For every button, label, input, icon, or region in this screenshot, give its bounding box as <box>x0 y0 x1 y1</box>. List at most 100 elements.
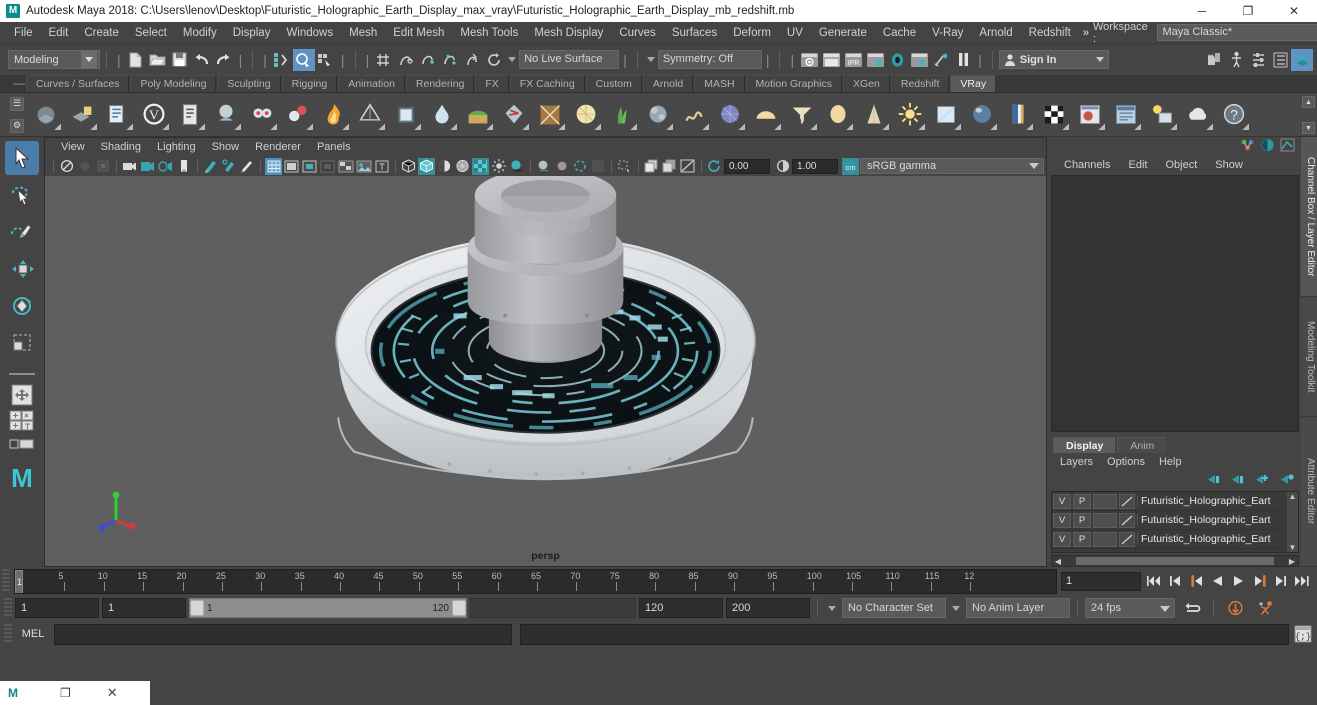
menu-windows[interactable]: Windows <box>278 22 341 44</box>
attribute-spreadsheet-icon[interactable] <box>1240 138 1255 155</box>
anim-layer-field[interactable]: No Anim Layer <box>966 598 1070 618</box>
menu-edit[interactable]: Edit <box>41 22 77 44</box>
go-to-end-button[interactable] <box>1292 572 1311 591</box>
persp-outliner-layout-button[interactable] <box>7 435 37 459</box>
two-d-pan-zoom-icon[interactable] <box>139 158 156 175</box>
isolate-select-icon[interactable] <box>616 158 633 175</box>
undo-icon[interactable] <box>191 49 213 71</box>
layer-color-swatch[interactable] <box>1119 531 1135 547</box>
scrollbar-thumb[interactable] <box>1076 557 1274 565</box>
move-layer-down-icon[interactable] <box>1230 473 1245 489</box>
vray-sun-sphere-icon[interactable] <box>820 97 855 133</box>
camera-attributes-icon[interactable] <box>94 158 111 175</box>
lasso-tool-button[interactable] <box>5 178 39 212</box>
layer-playback-toggle[interactable]: P <box>1073 493 1091 509</box>
menu-mesh-display[interactable]: Mesh Display <box>526 22 611 44</box>
vray-render-icon[interactable] <box>28 97 63 133</box>
channelbox-menu-show[interactable]: Show <box>1206 155 1252 175</box>
taskbar-close-icon[interactable]: ✕ <box>107 685 118 701</box>
snap-to-curve-icon[interactable] <box>395 49 417 71</box>
layer-name[interactable]: Futuristic_Holographic_Eart <box>1137 495 1297 507</box>
vray-help-icon[interactable]: ? <box>1216 97 1251 133</box>
shelf-tab-rendering[interactable]: Rendering <box>405 75 475 92</box>
side-tab-channel-box-layer-editor[interactable]: Channel Box / Layer Editor <box>1301 137 1317 297</box>
shelf-tab-arnold[interactable]: Arnold <box>642 75 694 92</box>
hypershade-quick-icon[interactable] <box>1260 138 1275 155</box>
scroll-left-arrow-icon[interactable]: ◀ <box>1052 557 1064 566</box>
live-surface-field[interactable]: No Live Surface <box>519 50 620 69</box>
shelf-scroll-up-icon[interactable]: ▲ <box>1302 96 1315 108</box>
menu-generate[interactable]: Generate <box>811 22 875 44</box>
shelf-grip-icon[interactable]: — <box>12 74 26 92</box>
vray-render-settings-icon[interactable] <box>172 97 207 133</box>
viewport-menu-renderer[interactable]: Renderer <box>247 138 309 156</box>
character-set-chevron-icon[interactable] <box>825 598 839 618</box>
depth-of-field-icon[interactable] <box>589 158 606 175</box>
layer-visibility-toggle[interactable]: V <box>1053 493 1071 509</box>
vray-vfb-icon[interactable] <box>100 97 135 133</box>
shelf-tab-sculpting[interactable]: Sculpting <box>217 75 281 92</box>
layer-visibility-toggle[interactable]: V <box>1053 531 1071 547</box>
scroll-up-arrow-icon[interactable]: ▲ <box>1287 492 1298 501</box>
vray-dome-icon[interactable] <box>748 97 783 133</box>
time-slider[interactable]: 5 10 15 20 25 30 35 40 45 50 55 60 65 70 75 80 85 90 95 100… <box>14 568 1057 594</box>
vray-cloud-icon[interactable] <box>1180 97 1215 133</box>
vray-displacement-icon[interactable] <box>532 97 567 133</box>
step-forward-frame-button[interactable] <box>1250 572 1269 591</box>
play-forwards-button[interactable] <box>1229 572 1248 591</box>
shelf-tab-custom[interactable]: Custom <box>585 75 642 92</box>
gamma-value-field[interactable]: 1.00 <box>792 158 838 174</box>
command-input-field[interactable] <box>54 623 512 645</box>
menu-select[interactable]: Select <box>127 22 175 44</box>
menu-redshift[interactable]: Redshift <box>1021 22 1079 44</box>
grid-toggle-icon[interactable] <box>265 157 282 175</box>
select-tool-button[interactable] <box>5 141 39 175</box>
animation-preferences-icon[interactable] <box>1255 598 1277 619</box>
side-tab-attribute-editor[interactable]: Attribute Editor <box>1301 417 1317 567</box>
channelbox-menu-channels[interactable]: Channels <box>1055 155 1119 175</box>
grease-pencil-icon[interactable] <box>202 158 219 175</box>
menu-file[interactable]: File <box>6 22 41 44</box>
vray-light-lister-icon[interactable] <box>1144 97 1179 133</box>
layer-visibility-toggle[interactable]: V <box>1053 512 1071 528</box>
menu-deform[interactable]: Deform <box>725 22 779 44</box>
select-by-component-icon[interactable] <box>315 49 337 71</box>
anim-layer-chevron-icon[interactable] <box>949 598 963 618</box>
time-slider-grip[interactable] <box>2 569 10 593</box>
multisample-aa-icon[interactable] <box>571 158 588 175</box>
current-time-indicator[interactable]: 1 <box>15 569 23 593</box>
shelf-tab-xgen[interactable]: XGen <box>843 75 890 92</box>
gate-mask-icon[interactable] <box>319 158 336 175</box>
step-back-key-button[interactable] <box>1166 572 1185 591</box>
bookmark-camera-icon[interactable] <box>121 158 138 175</box>
playback-start-time-field[interactable]: 1 <box>102 598 186 618</box>
menuset-dropdown[interactable]: Modeling <box>8 50 100 69</box>
shelf-tab-fx[interactable]: FX <box>475 75 509 92</box>
film-gate-icon[interactable] <box>283 158 300 175</box>
layer-menu-options[interactable]: Options <box>1100 453 1152 471</box>
vray-cone-icon[interactable] <box>856 97 891 133</box>
copy-snapshot-icon[interactable] <box>661 158 678 175</box>
paint-select-tool-button[interactable] <box>5 215 39 249</box>
scroll-right-arrow-icon[interactable]: ▶ <box>1286 557 1298 566</box>
single-perspective-layout-button[interactable] <box>7 383 37 407</box>
vray-curve-icon[interactable] <box>676 97 711 133</box>
viewport-menu-view[interactable]: View <box>53 138 93 156</box>
attribute-editor-panel-icon[interactable] <box>1247 49 1269 71</box>
open-scene-icon[interactable] <box>147 49 169 71</box>
restore-button[interactable]: ❐ <box>1225 0 1271 22</box>
gamma-reset-icon[interactable] <box>774 158 791 175</box>
toggle-gamma-icon[interactable] <box>679 158 696 175</box>
exposure-value-field[interactable]: 0.00 <box>724 158 770 174</box>
render-settings-icon[interactable] <box>864 49 886 71</box>
minimize-button[interactable]: ─ <box>1179 0 1225 22</box>
layer-row[interactable]: V P Futuristic_Holographic_Eart <box>1052 492 1298 511</box>
graph-editor-icon[interactable] <box>1280 138 1295 155</box>
layer-menu-layers[interactable]: Layers <box>1053 453 1100 471</box>
layer-display-type-toggle[interactable] <box>1093 512 1117 528</box>
layer-tab-anim[interactable]: Anim <box>1117 437 1167 453</box>
viewport-menu-lighting[interactable]: Lighting <box>149 138 204 156</box>
maya-taskbar-icon[interactable]: M <box>8 686 18 700</box>
layer-row[interactable]: V P Futuristic_Holographic_Eart <box>1052 530 1298 549</box>
script-editor-icon[interactable]: {;} <box>1292 624 1314 645</box>
